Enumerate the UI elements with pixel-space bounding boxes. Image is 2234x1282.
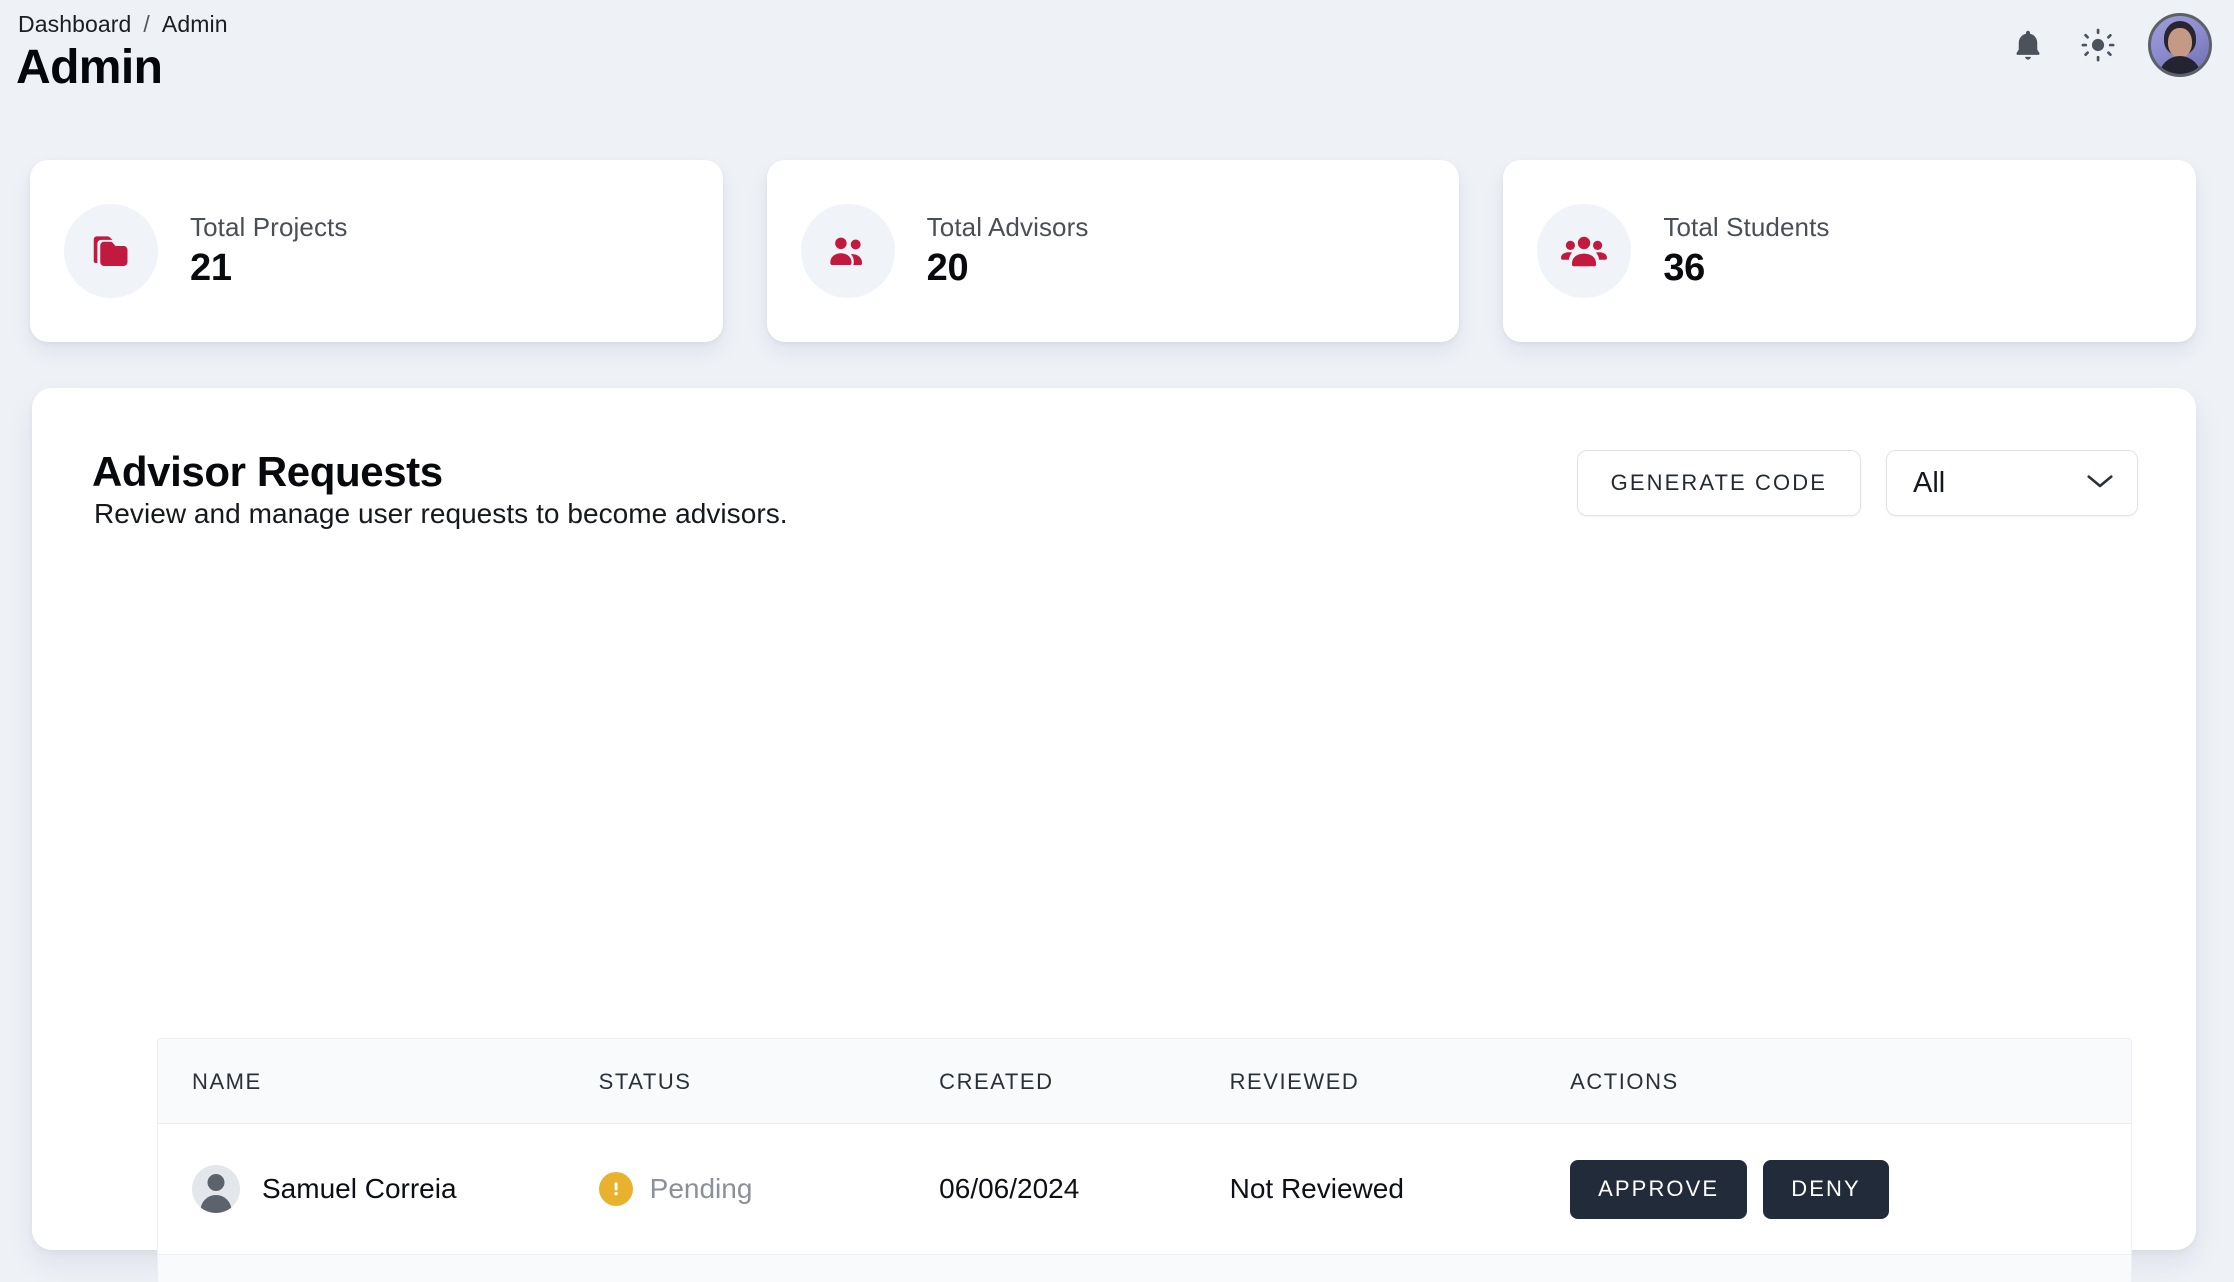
panel-subtitle: Review and manage user requests to becom… [94,498,788,529]
panel-title: Advisor Requests [92,448,443,495]
stat-value: 20 [926,247,969,289]
bell-icon [2013,29,2043,62]
stat-card-total-students: Total Students 36 [1503,160,2197,342]
breadcrumb-dashboard[interactable]: Dashboard [18,11,131,38]
stat-label: Total Advisors [926,212,1089,242]
status-filter-value: All [1913,466,1946,499]
cell-name: Leonel Morgado [158,1255,599,1282]
stat-card-total-advisors: Total Advisors 20 [766,160,1460,342]
deny-button[interactable]: DENY [1763,1159,1889,1219]
table-row[interactable]: Samuel Correia Pending 06/06/2024 Not Re… [158,1124,2131,1255]
cell-status: Pending [598,1124,940,1255]
stat-label: Total Projects [190,212,348,242]
cell-reviewed: Not Reviewed [1229,1173,1404,1204]
stat-value: 21 [190,247,232,289]
column-header-actions: ACTIONS [1570,1039,2131,1124]
column-header-created: CREATED [939,1039,1230,1124]
stat-card-total-projects: Total Projects 21 [30,160,723,342]
sun-icon [2081,28,2115,62]
theme-toggle-button[interactable] [2078,25,2118,65]
table-header-row: NAME STATUS CREATED REVIEWED ACTIONS [158,1039,2131,1124]
header-actions [2008,13,2212,77]
column-header-status: STATUS [598,1039,940,1124]
column-header-reviewed: REVIEWED [1229,1039,1571,1124]
cell-created: 04/06/2024 [939,1255,1229,1282]
top-header: Dashboard / Admin Admin [0,0,2234,112]
page-title: Admin [16,41,163,94]
panel-header-controls: GENERATE CODE All [1576,450,2138,516]
people-group-icon [1537,204,1632,298]
avatar-image [2151,16,2209,74]
stat-label: Total Students [1663,212,1830,242]
cell-reviewed: 07/06/2024 [1230,1255,1571,1282]
breadcrumb-admin[interactable]: Admin [162,11,228,38]
row-name-label: Samuel Correia [262,1173,457,1204]
status-label: Pending [649,1173,753,1204]
stat-cards: Total Projects 21 Total Advisors 20 Tota… [30,160,2197,342]
status-pending-icon [598,1172,633,1206]
cell-actions: None [1570,1255,2131,1282]
advisor-requests-table: NAME STATUS CREATED REVIEWED ACTIONS Sam… [157,1038,2132,1282]
notifications-button[interactable] [2008,25,2048,65]
cell-created: 06/06/2024 [939,1173,1080,1204]
generate-code-button[interactable]: GENERATE CODE [1576,450,1861,516]
column-header-name: NAME [158,1039,599,1124]
cell-status: Approved [599,1255,940,1282]
stat-value: 36 [1663,247,1706,289]
cell-name: Samuel Correia [158,1124,599,1255]
people-two-icon [800,204,895,298]
status-filter-select[interactable]: All [1886,450,2138,516]
avatar [192,1165,240,1213]
approve-button[interactable]: APPROVE [1570,1159,1748,1219]
table-row[interactable]: Leonel Morgado Approved [158,1254,2131,1282]
breadcrumb-separator: / [143,11,150,37]
advisor-requests-panel: Advisor Requests GENERATE CODE All Revie… [32,388,2196,1282]
chevron-down-icon [2085,472,2115,495]
breadcrumb: Dashboard / Admin [18,11,228,38]
cell-actions: APPROVE DENY [1570,1124,2131,1255]
user-avatar[interactable] [2148,13,2212,77]
folder-icon [64,204,158,298]
